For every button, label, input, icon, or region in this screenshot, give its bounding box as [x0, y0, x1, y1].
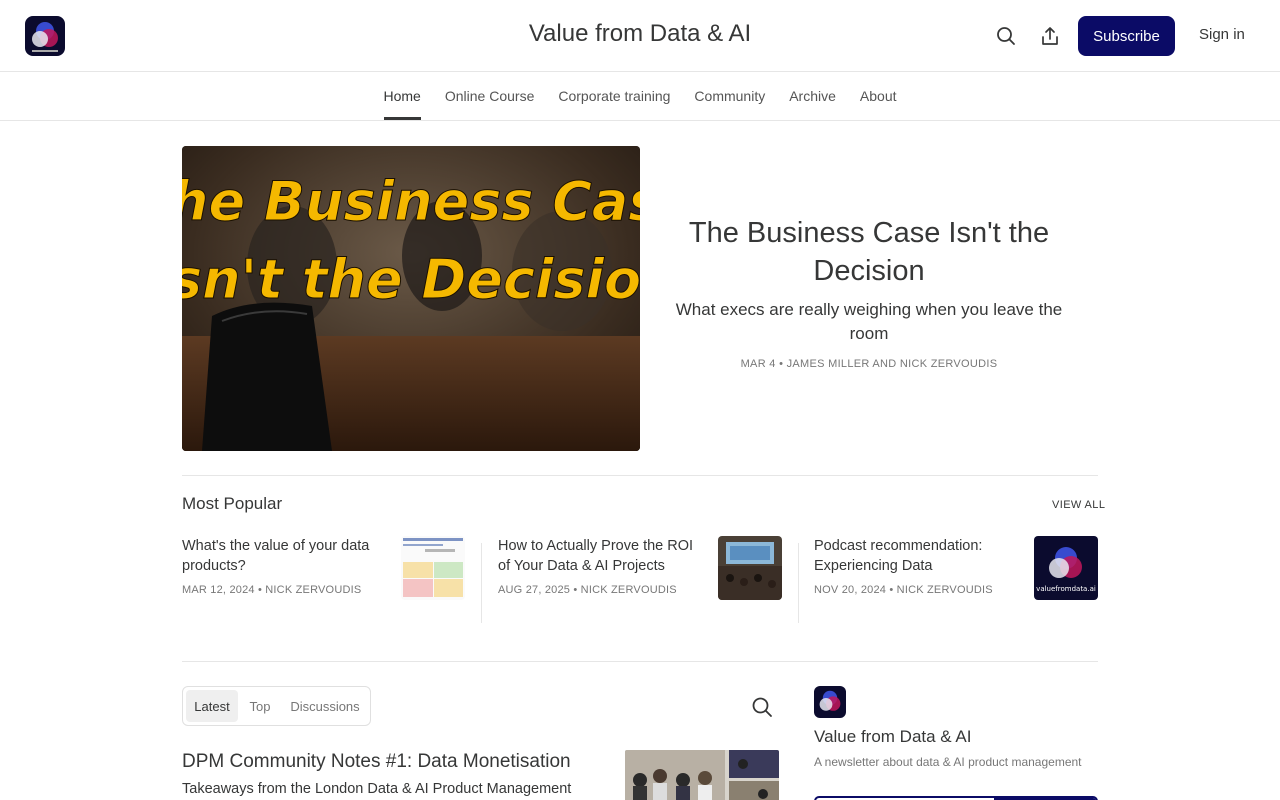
- sign-in-link[interactable]: Sign in: [1199, 26, 1245, 43]
- tab-discussions[interactable]: Discussions: [284, 690, 366, 722]
- sidebar-subscribe-form[interactable]: [814, 796, 1098, 800]
- divider-popular: [182, 661, 1098, 662]
- divider-hero: [182, 475, 1098, 476]
- popular-separator-1: [481, 543, 482, 623]
- hero-subtitle: What execs are really weighing when you …: [675, 300, 1063, 343]
- popular-post-thumbnail[interactable]: [401, 536, 465, 600]
- hero-image[interactable]: he Business Case sn't the Decision: [182, 146, 640, 451]
- popular-post-meta: NOV 20, 2024 • NICK ZERVOUDIS: [814, 584, 993, 596]
- site-title-text[interactable]: Value from Data & AI: [529, 20, 751, 47]
- feed-tabs: Latest Top Discussions: [182, 686, 371, 726]
- sidebar-publication-name[interactable]: Value from Data & AI: [814, 727, 971, 747]
- popular-post-meta: AUG 27, 2025 • NICK ZERVOUDIS: [498, 584, 677, 596]
- view-all-link[interactable]: VIEW ALL: [1052, 499, 1105, 511]
- popular-post-meta: MAR 12, 2024 • NICK ZERVOUDIS: [182, 584, 362, 596]
- search-icon[interactable]: [992, 22, 1020, 50]
- popular-post-title[interactable]: How to Actually Prove the ROI of Your Da…: [498, 536, 698, 576]
- latest-post-subtitle: Takeaways from the London Data & AI Prod…: [182, 781, 572, 797]
- popular-post-thumbnail-text: valuefromdata.ai: [1036, 585, 1096, 593]
- subscribe-button[interactable]: Subscribe: [1078, 16, 1175, 56]
- most-popular-heading: Most Popular: [182, 494, 283, 513]
- popular-post-thumbnail[interactable]: [718, 536, 782, 600]
- popular-separator-2: [798, 543, 799, 623]
- tab-latest[interactable]: Latest: [186, 690, 238, 722]
- hero-meta: MAR 4 • JAMES MILLER AND NICK ZERVOUDIS: [740, 358, 998, 370]
- nav-online-course[interactable]: Online Course: [445, 72, 535, 120]
- latest-post-thumbnail[interactable]: [625, 750, 779, 800]
- latest-post-title[interactable]: DPM Community Notes #1: Data Monetisatio…: [182, 751, 571, 773]
- popular-post-thumbnail[interactable]: valuefromdata.ai: [1034, 536, 1098, 600]
- main-nav: Home Online Course Corporate training Co…: [0, 72, 1280, 121]
- nav-corporate-training[interactable]: Corporate training: [558, 72, 670, 120]
- sidebar-logo[interactable]: [814, 686, 846, 718]
- feed-search-icon[interactable]: [750, 695, 774, 719]
- hero-title[interactable]: The Business Case Isn't the Decision: [672, 214, 1066, 290]
- hero-image-line-1: he Business Case: [182, 170, 640, 233]
- hero-text: The Business Case Isn't the Decision Wha…: [672, 214, 1066, 370]
- hero-image-line-2: sn't the Decision: [182, 248, 640, 311]
- tab-top[interactable]: Top: [242, 690, 278, 722]
- nav-archive[interactable]: Archive: [789, 72, 836, 120]
- top-bar: Value from Data & AI Subscribe Sign in: [0, 0, 1280, 72]
- popular-post-title[interactable]: What's the value of your data products?: [182, 536, 382, 576]
- popular-post-title[interactable]: Podcast recommendation: Experiencing Dat…: [814, 536, 1014, 576]
- sidebar-description: A newsletter about data & AI product man…: [814, 755, 1082, 769]
- site-logo[interactable]: [25, 16, 65, 56]
- nav-home[interactable]: Home: [383, 72, 422, 120]
- share-icon[interactable]: [1036, 22, 1064, 50]
- nav-community[interactable]: Community: [694, 72, 765, 120]
- nav-about[interactable]: About: [860, 72, 897, 120]
